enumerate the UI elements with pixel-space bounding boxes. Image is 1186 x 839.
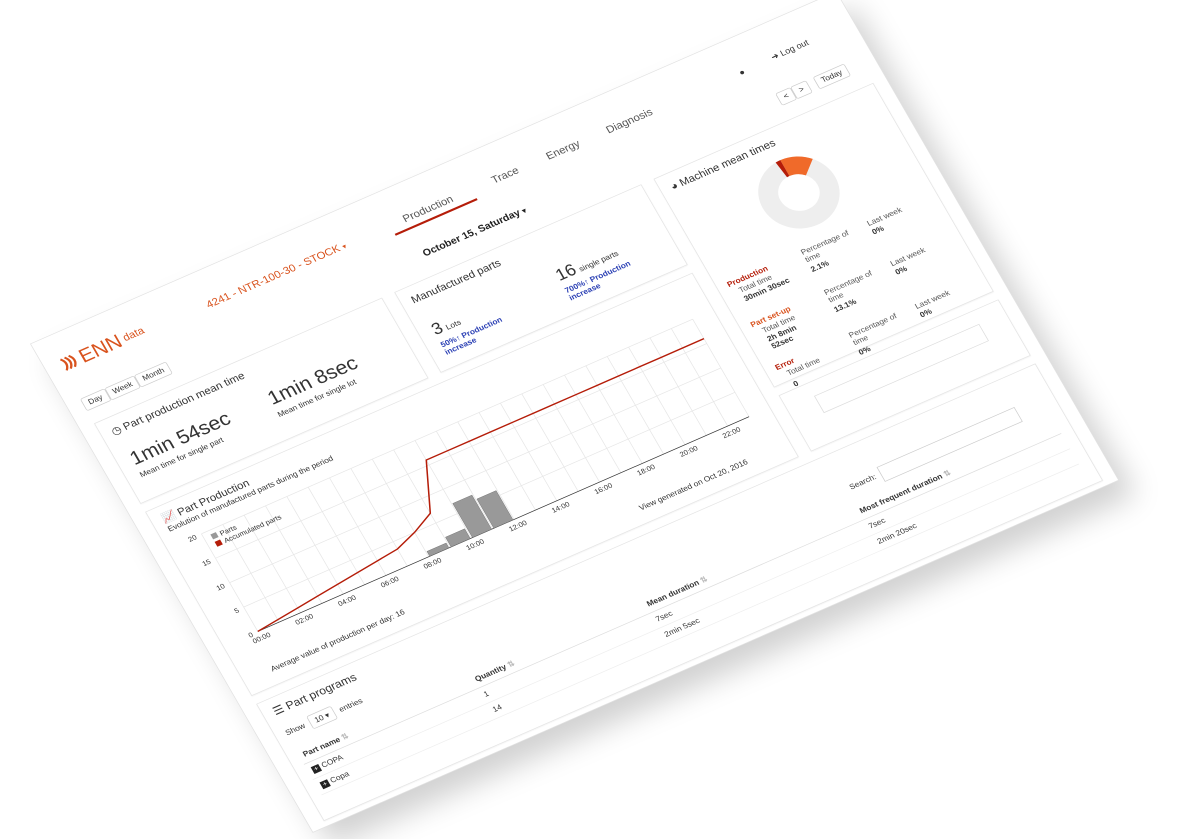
caret-down-icon: ▾ <box>341 242 349 252</box>
manufactured-title: Manufactured parts <box>409 257 504 307</box>
caret-down-icon: ▾ <box>520 207 529 216</box>
sort-icon: ⇅ <box>505 659 517 670</box>
tab-diagnosis[interactable]: Diagnosis <box>604 106 655 136</box>
brand-logo[interactable]: ENN data <box>57 320 150 375</box>
lots-value: 3 <box>427 318 447 339</box>
part-name: Copa <box>328 769 351 786</box>
y-tick-label: 20 <box>186 533 198 544</box>
notifications-bell-icon[interactable]: ● <box>737 67 747 78</box>
tab-diagnosis-label: Diagnosis <box>603 106 655 137</box>
x-tick-label: 22:00 <box>721 425 742 440</box>
month-button[interactable]: Month <box>134 361 173 388</box>
grid-line-vertical <box>201 533 259 632</box>
machine-selector[interactable]: 4241 - NTR-100-30 - STOCK ▾ <box>204 240 349 311</box>
last-week-label: Last week <box>888 246 927 269</box>
logo-text: ENN <box>74 330 126 367</box>
x-tick-label: 06:00 <box>379 574 400 589</box>
x-tick-label: 18:00 <box>635 462 656 477</box>
x-tick-label: 20:00 <box>678 444 699 459</box>
logo-subtext: data <box>120 324 147 344</box>
sort-icon: ⇅ <box>942 468 953 479</box>
x-tick-label: 04:00 <box>336 593 357 608</box>
entries-value: 10 <box>313 713 326 725</box>
y-tick-label: 10 <box>215 582 227 593</box>
entries-select[interactable]: 10 ▾ <box>305 705 339 730</box>
y-tick-label: 15 <box>200 557 212 568</box>
tab-trace[interactable]: Trace <box>489 165 521 187</box>
x-tick-label: 00:00 <box>251 630 272 645</box>
x-tick-label: 08:00 <box>422 556 443 571</box>
mean-duration-cell: 7sec <box>654 609 675 624</box>
today-button[interactable]: Today <box>812 63 851 90</box>
donut-production-segment <box>775 160 790 178</box>
donut-setup-segment <box>780 156 813 177</box>
expand-plus-icon[interactable]: + <box>310 763 323 774</box>
x-tick-label: 14:00 <box>550 500 571 515</box>
x-tick-label: 16:00 <box>593 481 614 496</box>
sort-icon: ⇅ <box>339 731 351 742</box>
legend-swatch <box>210 532 219 540</box>
frequent-duration-cell: 7sec <box>867 516 888 531</box>
search-label: Search: <box>847 472 879 492</box>
entries-label: entries <box>337 696 365 714</box>
lots-label: Lots <box>444 318 463 332</box>
legend-swatch <box>214 539 223 547</box>
y-tick-label: 5 <box>232 606 240 615</box>
app-screen: ENN data 4241 - NTR-100-30 - STOCK ▾ Pro… <box>31 0 1119 832</box>
logout-label: Log out <box>778 37 811 59</box>
tab-energy-label: Energy <box>543 137 583 163</box>
list-icon: ☰ <box>270 703 287 718</box>
expand-plus-icon[interactable]: + <box>319 779 331 790</box>
machine-selector-label: 4241 - NTR-100-30 - STOCK <box>204 242 343 311</box>
tab-energy[interactable]: Energy <box>544 138 582 163</box>
logout-link[interactable]: ➜ Log out <box>769 38 810 62</box>
sort-icon: ⇅ <box>698 575 710 586</box>
x-tick-label: 02:00 <box>294 612 315 627</box>
show-label: Show <box>284 721 308 738</box>
last-week-label: Last week <box>865 205 904 228</box>
tab-trace-label: Trace <box>489 164 522 187</box>
